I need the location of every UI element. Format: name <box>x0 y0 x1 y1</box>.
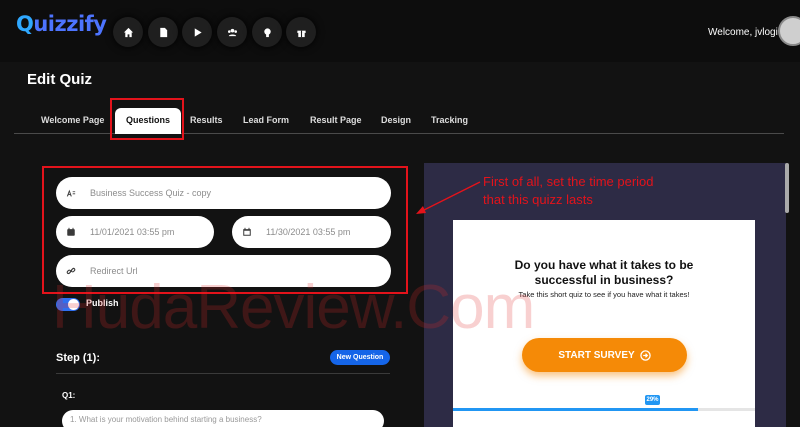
quizzify-logo[interactable]: Quizzify <box>16 12 107 36</box>
annotation-line-1: First of all, set the time period <box>483 174 654 189</box>
users-icon <box>227 28 237 36</box>
gift-icon <box>296 30 306 37</box>
start-survey-button[interactable]: START SURVEY <box>522 338 687 372</box>
user-avatar[interactable] <box>778 16 800 46</box>
question-label: Q1: <box>62 391 76 400</box>
top-navigation-bar: Quizzify Welcome, jvlogin <box>0 0 800 62</box>
nav-home-button[interactable] <box>113 17 143 47</box>
nav-ideas-button[interactable] <box>252 17 282 47</box>
annotation-arrow-icon <box>416 181 481 214</box>
end-date-value: 11/30/2021 03:55 pm <box>266 227 351 237</box>
link-icon <box>66 267 76 275</box>
play-icon <box>194 27 202 37</box>
quiz-name-value: Business Success Quiz - copy <box>90 188 212 198</box>
quiz-name-field[interactable]: Business Success Quiz - copy <box>56 177 391 209</box>
new-question-button[interactable]: New Question <box>330 350 390 365</box>
tab-welcome-page[interactable]: Welcome Page <box>41 108 104 134</box>
start-date-field[interactable]: 11/01/2021 03:55 pm <box>56 216 214 248</box>
progress-track <box>453 408 755 411</box>
annotation-text: First of all, set the time period that t… <box>483 173 713 209</box>
tab-design[interactable]: Design <box>381 108 411 134</box>
nav-gift-button[interactable] <box>286 17 316 47</box>
start-survey-label: START SURVEY <box>558 349 635 361</box>
preview-headline: Do you have what it takes to be successf… <box>514 258 694 287</box>
progress-percent-badge: 29% <box>645 395 660 405</box>
step-heading: Step (1): <box>56 352 100 364</box>
tab-tracking[interactable]: Tracking <box>431 108 468 134</box>
preview-scrollbar[interactable] <box>785 163 789 213</box>
tab-results[interactable]: Results <box>190 108 223 134</box>
preview-subtext: Take this short quiz to see if you have … <box>518 290 690 299</box>
document-icon <box>159 27 167 37</box>
step-divider <box>56 373 390 374</box>
publish-label: Publish <box>86 298 119 308</box>
start-date-value: 11/01/2021 03:55 pm <box>90 227 175 237</box>
questions-tab-highlight <box>110 98 184 140</box>
nav-document-button[interactable] <box>148 17 178 47</box>
lightbulb-icon <box>263 27 271 37</box>
home-icon <box>123 27 133 37</box>
page-title: Edit Quiz <box>27 71 92 88</box>
welcome-text: Welcome, jvlogin <box>708 27 784 38</box>
tab-lead-form[interactable]: Lead Form <box>243 108 289 134</box>
redirect-url-placeholder: Redirect Url <box>90 266 138 276</box>
redirect-url-field[interactable]: Redirect Url <box>56 255 391 287</box>
quiz-preview-card: Do you have what it takes to be successf… <box>453 220 755 427</box>
calendar-outline-icon <box>243 227 251 236</box>
arrow-circle-right-icon <box>639 349 651 361</box>
annotation-line-2: that this quizz lasts <box>483 192 593 207</box>
question-input[interactable]: 1. What is your motivation behind starti… <box>62 410 384 427</box>
progress-fill <box>453 408 699 411</box>
nav-play-button[interactable] <box>182 17 212 47</box>
publish-toggle[interactable] <box>56 298 80 311</box>
end-date-field[interactable]: 11/30/2021 03:55 pm <box>232 216 391 248</box>
nav-users-button[interactable] <box>217 17 247 47</box>
text-format-icon <box>66 189 76 197</box>
tab-result-page[interactable]: Result Page <box>310 108 362 134</box>
calendar-icon <box>67 227 75 236</box>
